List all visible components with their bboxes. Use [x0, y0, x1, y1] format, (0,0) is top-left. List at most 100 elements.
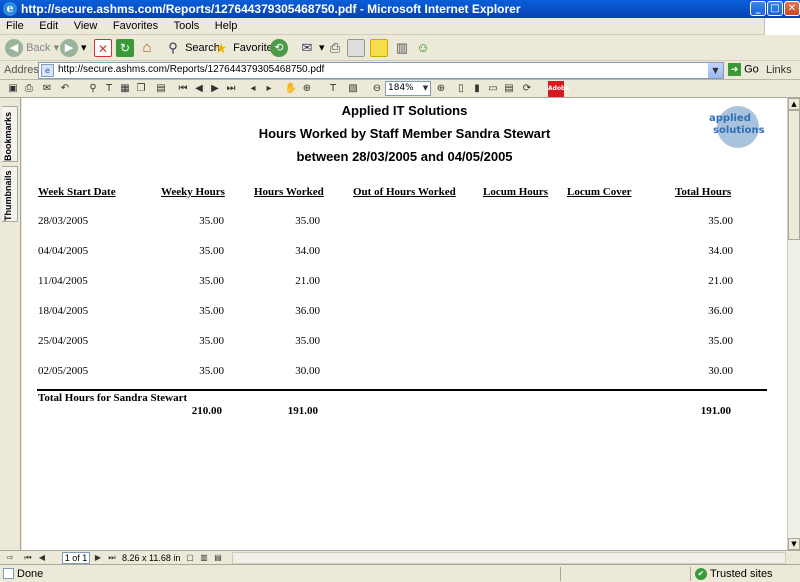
email-icon[interactable]: ✉ — [40, 81, 54, 96]
bookmarks-tab[interactable]: Bookmarks — [2, 106, 18, 162]
close-button[interactable]: ✕ — [784, 1, 800, 16]
fit-width-icon[interactable]: ▭ — [486, 81, 500, 96]
refresh-button[interactable]: ↻ — [116, 38, 134, 58]
favorites-star-icon: ★ — [214, 40, 228, 57]
history-button[interactable]: ⟲ — [270, 38, 288, 58]
menu-tools[interactable]: Tools — [168, 18, 206, 32]
column-header-weekly-hours: Weeky Hours — [161, 186, 225, 198]
address-url: http://secure.ashms.com/Reports/12764437… — [58, 64, 325, 75]
last-page-nav-icon[interactable]: ⏭ — [106, 552, 118, 564]
address-input[interactable]: e http://secure.ashms.com/Reports/127644… — [38, 62, 724, 79]
edit-button[interactable] — [347, 38, 365, 58]
back-button[interactable]: ◀ Back ▾ — [5, 38, 59, 58]
scroll-thumb[interactable] — [788, 110, 800, 240]
navpane-icon[interactable]: ▤ — [154, 81, 168, 96]
navigation-pane-tabs: Bookmarks Thumbnails — [0, 98, 21, 550]
discuss-button[interactable] — [370, 38, 388, 58]
zoom-out-icon[interactable]: ⊖ — [370, 81, 384, 96]
reflow-icon[interactable]: ▤ — [502, 81, 516, 96]
address-dropdown-icon[interactable]: ▼ — [708, 63, 723, 78]
rotate-icon[interactable]: ⟳ — [520, 81, 534, 96]
adobe-logo-icon[interactable]: Adobe — [548, 81, 569, 97]
hours-worked-cell: 35.00 — [295, 335, 320, 347]
menu-file[interactable]: File — [0, 18, 30, 32]
single-page-icon[interactable]: ▢ — [184, 552, 196, 564]
scroll-up-icon[interactable]: ▲ — [788, 98, 800, 110]
go-button[interactable]: ➜ Go — [728, 63, 759, 76]
print-button[interactable]: ⎙ — [326, 38, 344, 58]
menu-view[interactable]: View — [68, 18, 104, 32]
next-view-icon[interactable]: ▸ — [262, 81, 276, 96]
mail-button[interactable]: ✉ ▾ — [298, 38, 325, 58]
refresh-icon: ↻ — [116, 39, 134, 58]
text-tool-icon[interactable]: T — [326, 81, 340, 96]
week-start-cell: 25/04/2005 — [38, 335, 89, 347]
column-header-hours-worked: Hours Worked — [254, 186, 324, 198]
minimize-button[interactable]: _ — [750, 1, 766, 16]
weekly-hours-cell: 35.00 — [199, 365, 224, 377]
next-page-nav-icon[interactable]: ▶ — [92, 552, 104, 564]
undo-icon[interactable]: ↶ — [58, 81, 72, 96]
toggle-navpane-icon[interactable]: ⇨ — [4, 552, 16, 564]
fit-page-icon[interactable]: ▮ — [470, 81, 484, 96]
status-separator — [560, 567, 561, 581]
home-button[interactable]: ⌂ — [138, 38, 156, 58]
save-icon[interactable]: ▣ — [6, 81, 20, 96]
column-header-total-hours: Total Hours — [675, 186, 732, 198]
logo-text-line2: solutions — [713, 125, 765, 136]
scroll-down-icon[interactable]: ▼ — [788, 538, 800, 550]
maximize-button[interactable]: □ — [767, 1, 783, 16]
copy-icon[interactable]: ❐ — [134, 81, 148, 96]
prev-view-icon[interactable]: ◂ — [246, 81, 260, 96]
hand-tool-icon[interactable]: ✋ — [284, 81, 298, 96]
vertical-scrollbar[interactable]: ▲ ▼ — [787, 98, 800, 550]
go-arrow-icon: ➜ — [728, 63, 741, 76]
select-image-icon[interactable]: ▦ — [118, 81, 132, 96]
research-button[interactable]: ▥ — [393, 38, 411, 58]
actual-size-icon[interactable]: ▯ — [454, 81, 468, 96]
horizontal-scrollbar[interactable] — [232, 552, 786, 564]
print-pdf-icon[interactable]: ⎙ — [22, 81, 36, 96]
stop-button[interactable]: ✕ — [94, 38, 112, 58]
menu-edit[interactable]: Edit — [33, 18, 64, 32]
week-start-cell: 18/04/2005 — [38, 305, 89, 317]
prev-page-nav-icon[interactable]: ◀ — [36, 552, 48, 564]
forward-button[interactable]: ▶ ▾ — [60, 38, 87, 58]
week-start-cell: 04/04/2005 — [38, 245, 89, 257]
first-page-icon[interactable]: ⏮ — [176, 81, 190, 96]
zoom-dropdown-icon[interactable]: ▼ — [421, 82, 430, 95]
column-header-locum-cover: Locum Cover — [567, 186, 632, 198]
links-button[interactable]: Links — [766, 64, 792, 76]
zoom-level-select[interactable]: 184% ▼ — [385, 81, 431, 96]
thumbnails-tab[interactable]: Thumbnails — [2, 166, 18, 222]
weekly-hours-cell: 35.00 — [199, 275, 224, 287]
favorites-button[interactable]: ★ Favorites — [212, 38, 279, 58]
select-text-icon[interactable]: T — [102, 81, 116, 96]
menu-help[interactable]: Help — [209, 18, 244, 32]
next-page-icon[interactable]: ▶ — [208, 81, 222, 96]
window-title: http://secure.ashms.com/Reports/12764437… — [21, 2, 521, 16]
page-number-field[interactable]: 1 of 1 — [62, 552, 90, 564]
column-header-week-start: Week Start Date — [38, 186, 116, 198]
hours-worked-cell: 36.00 — [295, 305, 320, 317]
zoom-in-icon[interactable]: ⊕ — [434, 81, 448, 96]
menu-favorites[interactable]: Favorites — [107, 18, 164, 32]
weekly-hours-cell: 35.00 — [199, 335, 224, 347]
prev-page-icon[interactable]: ◀ — [192, 81, 206, 96]
first-page-nav-icon[interactable]: ⏮ — [22, 552, 34, 564]
snapshot-icon[interactable]: ▧ — [346, 81, 360, 96]
continuous-icon[interactable]: ▥ — [198, 552, 210, 564]
facing-icon[interactable]: ▤ — [212, 552, 224, 564]
hours-worked-cell: 34.00 — [295, 245, 320, 257]
total-hours-cell: 30.00 — [708, 365, 733, 377]
total-hours-cell: 21.00 — [708, 275, 733, 287]
last-page-icon[interactable]: ⏭ — [224, 81, 238, 96]
forward-arrow-icon: ▶ — [60, 39, 78, 58]
messenger-button[interactable]: ☺ — [414, 38, 432, 58]
status-text: Done — [17, 568, 44, 580]
zoom-tool-icon[interactable]: ⊕ — [300, 81, 314, 96]
hours-worked-cell: 35.00 — [295, 215, 320, 227]
zoom-level: 184% — [388, 83, 414, 93]
status-separator — [690, 567, 691, 581]
find-icon[interactable]: ⚲ — [86, 81, 100, 96]
